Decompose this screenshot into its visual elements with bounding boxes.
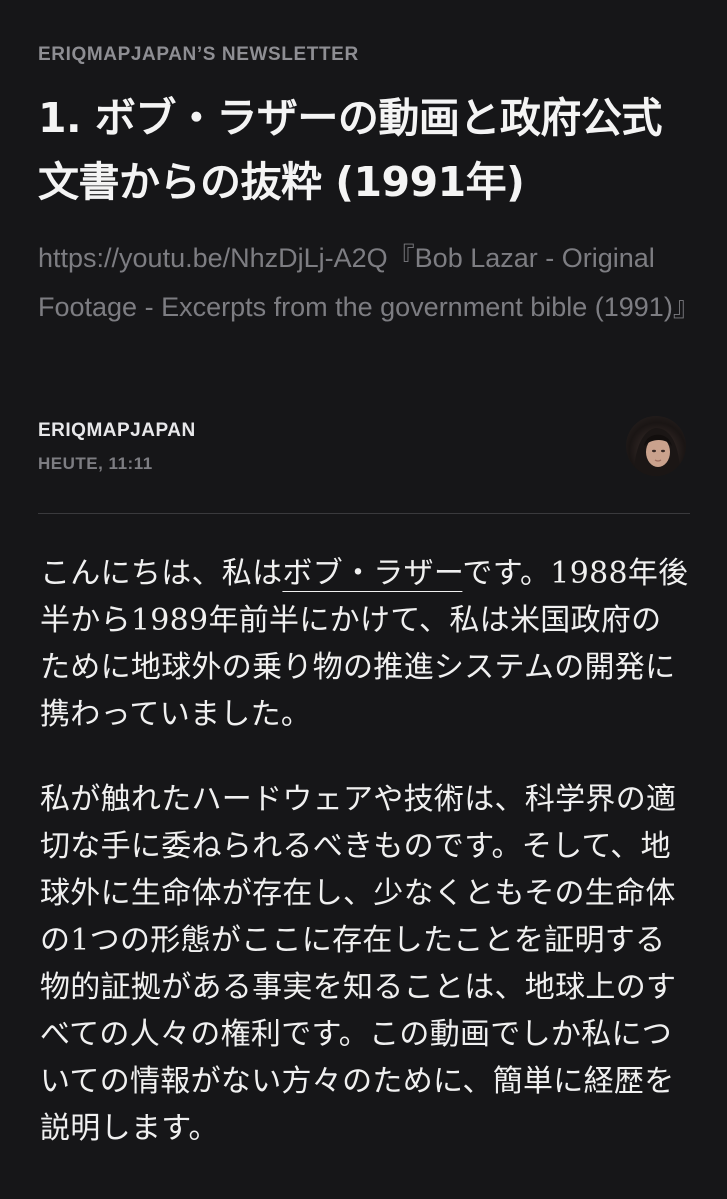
- post-subtitle: https://youtu.be/NhzDjLj-A2Q『Bob Lazar -…: [38, 243, 700, 322]
- avatar[interactable]: [626, 416, 686, 476]
- body-paragraph-1: こんにちは、私はボブ・ラザーです。1988年後半から1989年前半にかけて、私は…: [40, 550, 690, 738]
- publication-name[interactable]: ERIQMAPJAPAN’S NEWSLETTER: [38, 44, 359, 66]
- bob-lazar-link[interactable]: ボブ・ラザー: [282, 556, 462, 591]
- divider: [38, 513, 690, 514]
- post-title: 1. ボブ・ラザーの動画と政府公式文書からの抜粋 (1991年): [38, 94, 662, 206]
- author-name[interactable]: ERIQMAPJAPAN: [38, 420, 196, 442]
- avatar-image: [634, 428, 680, 476]
- body-paragraph-2: 私が触れたハードウェアや技術は、科学界の適切な手に委ねられるべきものです。そして…: [40, 782, 677, 1146]
- post-date: HEUTE, 11:11: [38, 454, 153, 473]
- paragraph-text: こんにちは、私は: [40, 556, 283, 591]
